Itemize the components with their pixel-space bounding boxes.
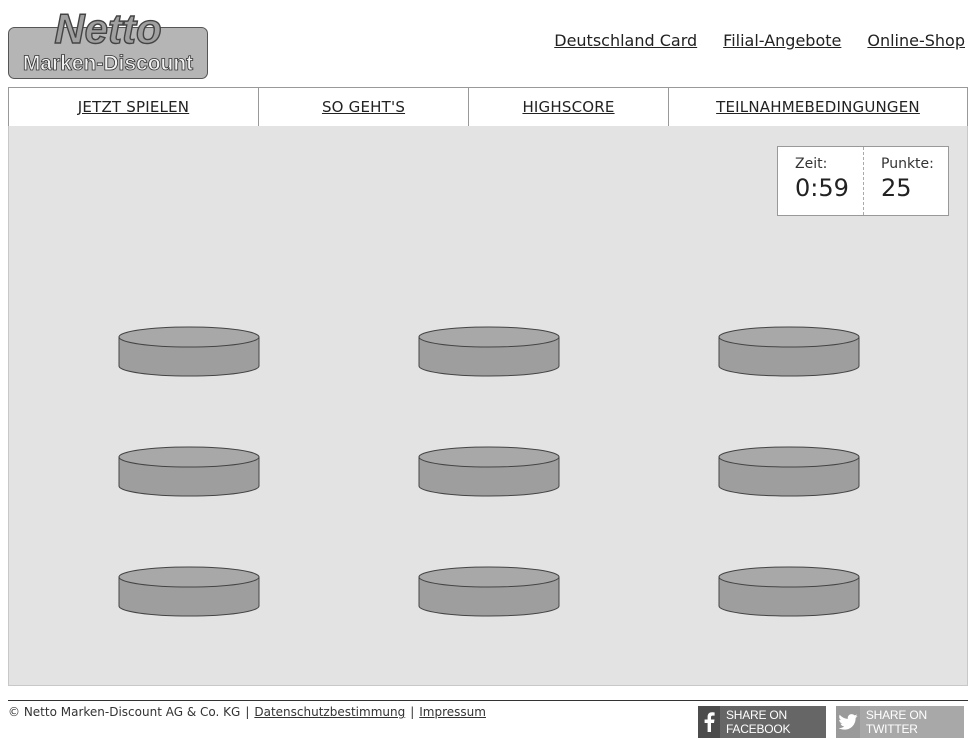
score-box: Zeit: 0:59 Punkte: 25 xyxy=(777,146,949,216)
link-online-shop[interactable]: Online-Shop xyxy=(867,31,965,50)
hole[interactable] xyxy=(718,566,860,618)
logo-text-marken-discount: Marken-Discount xyxy=(23,52,193,75)
hole[interactable] xyxy=(418,446,560,498)
hole[interactable] xyxy=(418,326,560,378)
points-label: Punkte: xyxy=(881,156,934,172)
footer-separator: | xyxy=(410,705,415,719)
link-deutschland-card[interactable]: Deutschland Card xyxy=(554,31,697,50)
game-board: Zeit: 0:59 Punkte: 25 xyxy=(8,126,968,686)
footer: © Netto Marken-Discount AG & Co. KG | Date… xyxy=(8,705,486,719)
link-impressum[interactable]: Impressum xyxy=(419,705,486,719)
tab-so-gehts[interactable]: SO GEHT'S xyxy=(259,88,469,126)
top-links: Deutschland Card Filial-Angebote Online-… xyxy=(554,31,965,50)
footer-divider xyxy=(8,700,968,701)
main-nav: JETZT SPIELEN SO GEHT'S HIGHSCORE TEILNA… xyxy=(8,87,968,127)
link-filial-angebote[interactable]: Filial-Angebote xyxy=(723,31,841,50)
tab-teilnahmebedingungen[interactable]: TEILNAHMEBEDINGUNGEN xyxy=(669,88,967,126)
share-facebook-label: Share on Facebook xyxy=(725,708,791,736)
hole[interactable] xyxy=(718,326,860,378)
time-value: 0:59 xyxy=(795,174,849,202)
logo-graphic: Netto Marken-Discount xyxy=(8,4,208,79)
link-datenschutz[interactable]: Datenschutzbestimmung xyxy=(254,705,405,719)
facebook-icon xyxy=(698,706,720,738)
footer-separator: | xyxy=(245,705,250,719)
tab-jetzt-spielen[interactable]: JETZT SPIELEN xyxy=(9,88,259,126)
time-cell: Zeit: 0:59 xyxy=(778,147,864,215)
points-cell: Punkte: 25 xyxy=(864,147,934,215)
netto-logo[interactable]: Netto Marken-Discount xyxy=(8,4,208,79)
hole[interactable] xyxy=(118,326,260,378)
share-twitter-button[interactable]: Share on Twitter xyxy=(836,706,964,738)
tab-highscore[interactable]: HIGHSCORE xyxy=(469,88,669,126)
footer-copyright: © Netto Marken-Discount AG & Co. KG xyxy=(8,705,241,719)
twitter-icon xyxy=(836,706,860,738)
points-value: 25 xyxy=(881,174,912,202)
hole[interactable] xyxy=(118,566,260,618)
share-facebook-button[interactable]: Share on Facebook xyxy=(698,706,826,738)
time-label: Zeit: xyxy=(795,156,828,172)
hole[interactable] xyxy=(718,446,860,498)
hole[interactable] xyxy=(418,566,560,618)
hole[interactable] xyxy=(118,446,260,498)
logo-text-netto: Netto xyxy=(54,6,161,52)
share-twitter-label: Share on Twitter xyxy=(865,708,927,736)
